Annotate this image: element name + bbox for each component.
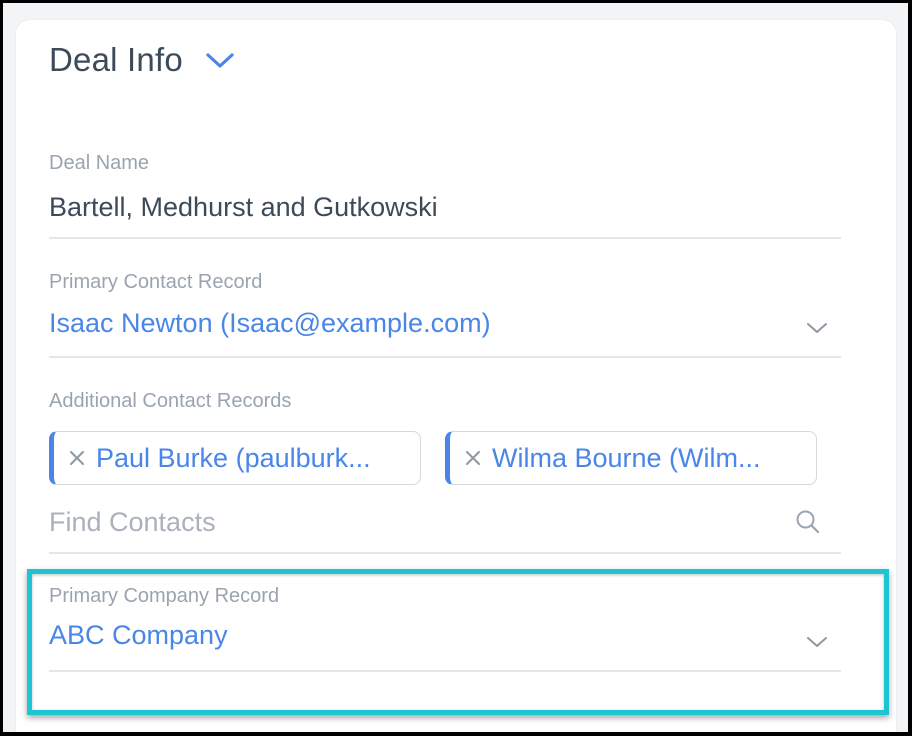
- contact-tag-label: Paul Burke (paulburk...: [96, 442, 371, 473]
- primary-company-value[interactable]: ABC Company: [49, 620, 228, 651]
- deal-name-field[interactable]: Deal Name Bartell, Medhurst and Gutkowsk…: [49, 149, 841, 241]
- primary-contact-value[interactable]: Isaac Newton (Isaac@example.com): [49, 308, 491, 339]
- find-contacts-input[interactable]: [49, 502, 789, 542]
- chevron-down-icon[interactable]: [805, 634, 829, 650]
- deal-name-label: Deal Name: [49, 152, 150, 174]
- divider: [49, 670, 841, 672]
- search-icon[interactable]: [795, 509, 821, 535]
- divider: [49, 356, 841, 358]
- divider: [49, 552, 841, 554]
- deal-name-value[interactable]: Bartell, Medhurst and Gutkowski: [49, 192, 438, 223]
- primary-contact-label: Primary Contact Record: [49, 271, 263, 293]
- contact-tag[interactable]: Wilma Bourne (Wilm...: [445, 431, 817, 485]
- contact-tag-label: Wilma Bourne (Wilm...: [492, 442, 761, 473]
- section-title: Deal Info: [49, 41, 183, 78]
- contact-tag[interactable]: Paul Burke (paulburk...: [49, 431, 421, 485]
- close-icon[interactable]: [464, 449, 482, 467]
- contact-tag-list: Paul Burke (paulburk... Wilma Bourne (Wi…: [49, 431, 841, 485]
- close-icon[interactable]: [68, 449, 86, 467]
- chevron-down-icon[interactable]: [805, 320, 829, 336]
- primary-contact-field[interactable]: Primary Contact Record Isaac Newton (Isa…: [49, 268, 841, 360]
- primary-company-label: Primary Company Record: [49, 585, 280, 607]
- divider: [49, 237, 841, 239]
- section-header[interactable]: Deal Info: [49, 38, 235, 82]
- chevron-down-icon[interactable]: [205, 50, 235, 70]
- additional-contacts-field: Additional Contact Records Paul Burke (p…: [49, 387, 841, 555]
- additional-contacts-label: Additional Contact Records: [49, 390, 292, 412]
- primary-company-field[interactable]: Primary Company Record ABC Company: [49, 582, 841, 674]
- window-frame: Deal Info Deal Name Bartell, Medhurst an…: [3, 3, 908, 732]
